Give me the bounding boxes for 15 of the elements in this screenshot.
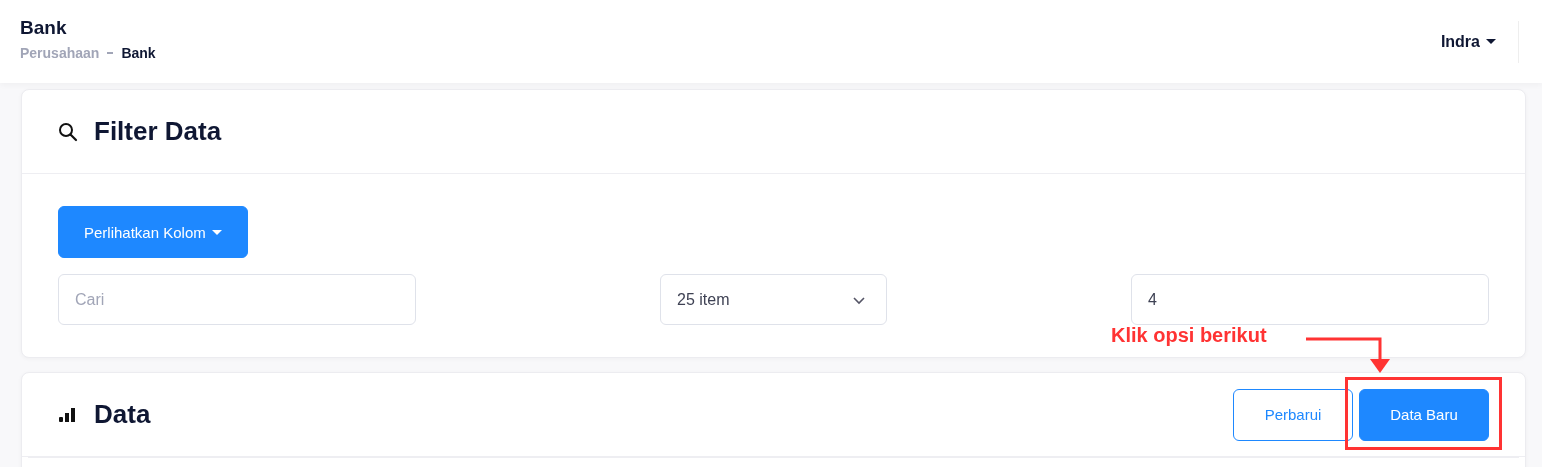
- refresh-button[interactable]: Perbarui: [1233, 388, 1353, 441]
- card-title: Data: [94, 399, 151, 430]
- breadcrumb-item: Bank: [121, 44, 156, 61]
- card-title: Filter Data: [94, 116, 222, 147]
- new-data-button[interactable]: Data Baru: [1359, 388, 1489, 441]
- search-icon: [58, 121, 78, 142]
- user-menu[interactable]: Indra: [1440, 32, 1496, 51]
- search-field[interactable]: Cari: [58, 274, 416, 325]
- breadcrumb-item[interactable]: Perusahaan: [20, 44, 100, 61]
- page-size-select[interactable]: 25 item: [660, 274, 887, 325]
- page-field[interactable]: 4: [1131, 274, 1489, 325]
- page-title: Bank: [20, 16, 68, 39]
- show-columns-button[interactable]: Perlihatkan Kolom: [58, 206, 248, 258]
- annotation-text: Klik opsi berikut: [1111, 324, 1267, 347]
- bar-chart-icon: [58, 406, 78, 423]
